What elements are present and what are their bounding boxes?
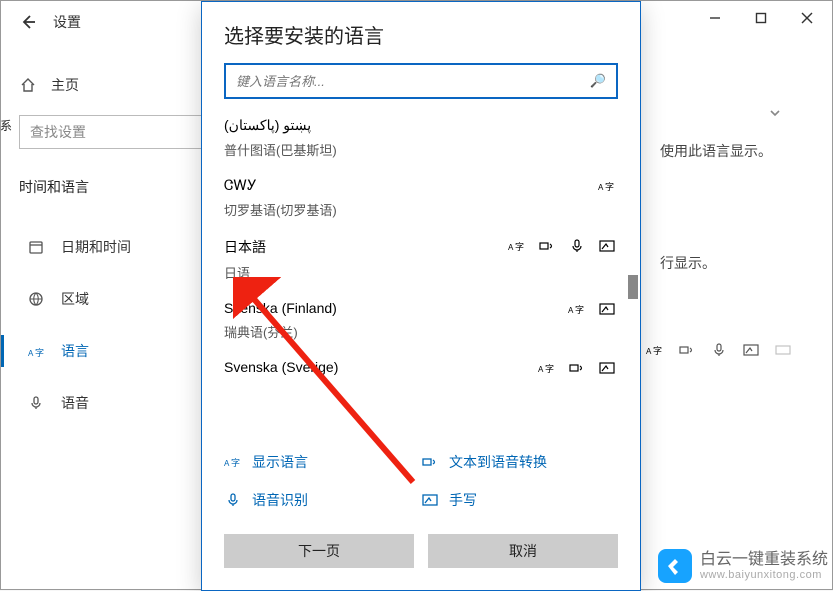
svg-text:字: 字 (575, 304, 584, 315)
sidebar-item-region[interactable]: 区域 (19, 283, 202, 315)
display-lang-icon: A字 (568, 300, 586, 318)
mic-icon (710, 341, 728, 359)
legend-label: 显示语言 (252, 452, 308, 472)
sidebar-item-speech[interactable]: 语音 (19, 387, 202, 419)
sidebar-item-language[interactable]: A字 语言 (19, 335, 202, 367)
language-native-name: ᏣᎳᎩ (224, 177, 620, 194)
tts-icon (538, 237, 556, 255)
legend-handwriting: 手写 (421, 490, 618, 510)
right-feature-icons: A字 (646, 341, 792, 359)
display-lang-icon: A字 (224, 453, 242, 471)
svg-text:字: 字 (515, 241, 524, 252)
tts-icon (678, 341, 696, 359)
legend-label: 语音识别 (252, 490, 308, 510)
legend-tts: 文本到语音转换 (421, 452, 618, 472)
feature-legend: A字 显示语言 文本到语音转换 语音识别 手写 (202, 438, 640, 520)
language-item[interactable]: 日本語 日语 A字 (224, 227, 620, 290)
mic-icon (27, 394, 45, 412)
scrollbar-thumb[interactable] (628, 275, 638, 299)
left-sliver: 系 (1, 117, 11, 134)
maximize-button[interactable] (738, 3, 784, 33)
display-lang-icon: A字 (646, 341, 664, 359)
language-item[interactable]: ᏣᎳᎩ 切罗基语(切罗基语) A字 (224, 167, 620, 227)
legend-display: A字 显示语言 (224, 452, 421, 472)
sidebar-item-datetime[interactable]: 日期和时间 (19, 231, 202, 263)
right-partial-line1: 使用此语言显示。 (660, 141, 772, 161)
home-icon (19, 76, 37, 94)
handwriting-icon (598, 359, 616, 377)
back-button[interactable] (19, 13, 37, 31)
language-search-box[interactable]: 🔍 (224, 63, 618, 99)
tts-icon (421, 453, 439, 471)
language-search-input[interactable] (236, 74, 590, 89)
watermark-url: www.baiyunxitong.com (700, 569, 828, 581)
language-local-name: 瑞典语(芬兰) (224, 322, 620, 341)
language-item[interactable]: Svenska (Sverige) A字 (224, 349, 620, 375)
language-picker-dialog: 选择要安装的语言 🔍 پښتو (پاکستان) 普什图语(巴基斯坦) ᏣᎳᎩ… (201, 1, 641, 591)
legend-speech: 语音识别 (224, 490, 421, 510)
svg-text:字: 字 (231, 457, 240, 468)
keyboard-icon (774, 341, 792, 359)
language-item[interactable]: پښتو (پاکستان) 普什图语(巴基斯坦) (224, 107, 620, 167)
sidebar-section-label: 时间和语言 (19, 177, 202, 197)
handwriting-icon (598, 300, 616, 318)
globe-icon (27, 290, 45, 308)
sidebar-item-label: 语言 (61, 341, 89, 361)
next-button[interactable]: 下一页 (224, 534, 414, 568)
language-local-name: 普什图语(巴基斯坦) (224, 140, 620, 159)
watermark: 白云一键重装系统 www.baiyunxitong.com (658, 549, 828, 583)
svg-text:A: A (598, 183, 604, 192)
settings-title: 设置 (53, 12, 81, 32)
mic-icon (568, 237, 586, 255)
svg-text:A: A (28, 349, 34, 358)
legend-label: 文本到语音转换 (449, 452, 547, 472)
dialog-footer: 下一页 取消 (202, 520, 640, 590)
language-item[interactable]: Svenska (Finland) 瑞典语(芬兰) A字 (224, 290, 620, 349)
sidebar-home-label: 主页 (51, 75, 79, 95)
right-partial-text: 使用此语言显示。 行显示。 (660, 141, 772, 273)
language-native-name: Svenska (Finland) (224, 300, 620, 316)
display-lang-icon: A字 (508, 237, 526, 255)
svg-text:字: 字 (653, 345, 662, 356)
dialog-title: 选择要安装的语言 (202, 2, 640, 59)
svg-text:A: A (224, 459, 230, 468)
handwriting-icon (598, 237, 616, 255)
close-button[interactable] (784, 3, 830, 33)
sidebar: 主页 查找设置 时间和语言 日期和时间 区域 (1, 39, 216, 589)
sidebar-item-label: 语音 (61, 393, 89, 413)
mic-icon (224, 491, 242, 509)
sidebar-search[interactable]: 查找设置 (19, 115, 202, 149)
sidebar-search-placeholder: 查找设置 (30, 122, 86, 142)
watermark-title: 白云一键重装系统 (700, 551, 828, 569)
display-lang-icon: A字 (538, 359, 556, 377)
svg-text:A: A (646, 347, 652, 356)
handwriting-icon (421, 491, 439, 509)
language-icon: A字 (27, 342, 45, 360)
language-local-name: 切罗基语(切罗基语) (224, 200, 620, 219)
svg-text:字: 字 (35, 347, 44, 358)
svg-text:字: 字 (605, 181, 614, 192)
svg-text:A: A (508, 243, 514, 252)
chevron-down-icon[interactable] (768, 106, 782, 123)
right-partial-line2: 行显示。 (660, 253, 772, 273)
search-icon: 🔍 (590, 73, 606, 89)
handwriting-icon (742, 341, 760, 359)
cancel-button[interactable]: 取消 (428, 534, 618, 568)
svg-text:A: A (568, 306, 574, 315)
tts-icon (568, 359, 586, 377)
sidebar-item-label: 区域 (61, 289, 89, 309)
settings-window: 设置 主页 查找设置 时间和语言 日期和时间 (0, 0, 833, 590)
legend-label: 手写 (449, 490, 477, 510)
language-local-name: 日语 (224, 263, 620, 282)
sidebar-home[interactable]: 主页 (19, 75, 202, 95)
language-native-name: پښتو (پاکستان) (224, 117, 620, 134)
svg-text:A: A (538, 365, 544, 374)
sidebar-item-label: 日期和时间 (61, 237, 131, 257)
clock-icon (27, 238, 45, 256)
minimize-button[interactable] (692, 3, 738, 33)
display-lang-icon: A字 (598, 177, 616, 195)
watermark-badge (658, 549, 692, 583)
language-list: پښتو (پاکستان) 普什图语(巴基斯坦) ᏣᎳᎩ 切罗基语(切罗基语)… (202, 103, 640, 438)
svg-text:字: 字 (545, 363, 554, 374)
